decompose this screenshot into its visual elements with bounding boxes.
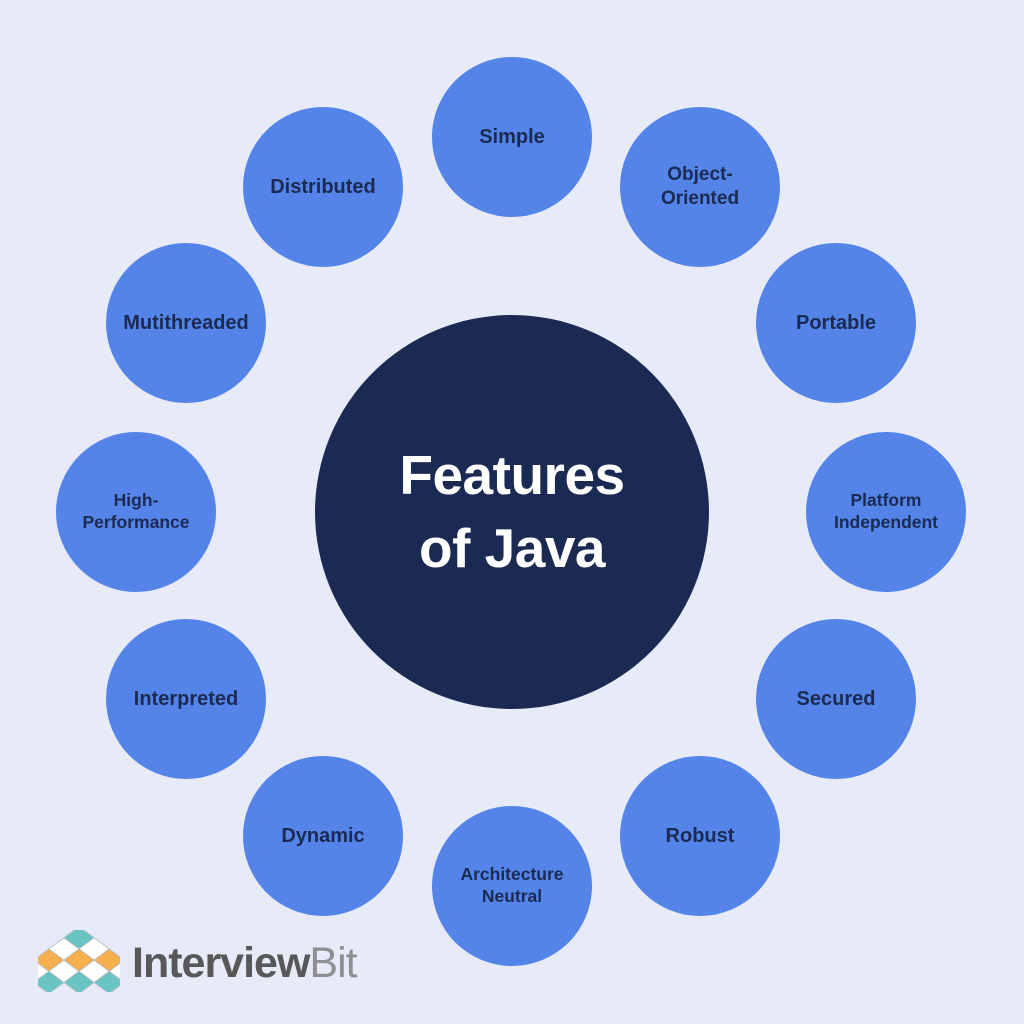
node-portable[interactable]: Portable	[756, 243, 916, 403]
node-label: Secured	[796, 688, 876, 710]
node-architecture-neutral[interactable]: Architecture Neutral	[432, 806, 592, 966]
center-hub: Features of Java	[315, 315, 709, 709]
node-label: Platform Independent	[833, 490, 939, 532]
interviewbit-diamond-mark-icon	[38, 930, 120, 992]
node-robust[interactable]: Robust	[620, 756, 780, 916]
diagram-canvas: Features of Java Simple Object- Oriented…	[0, 0, 1024, 1024]
wordmark-secondary: Bit	[309, 938, 357, 987]
node-high-performance[interactable]: High- Performance	[56, 432, 216, 592]
node-platform-independent[interactable]: Platform Independent	[806, 432, 966, 592]
node-secured[interactable]: Secured	[756, 619, 916, 779]
node-simple[interactable]: Simple	[432, 57, 592, 217]
node-label: High- Performance	[82, 490, 190, 532]
node-label: Portable	[795, 312, 877, 334]
interviewbit-logo[interactable]: InterviewBit	[38, 930, 358, 992]
node-dynamic[interactable]: Dynamic	[243, 756, 403, 916]
center-hub-title: Features of Java	[399, 443, 625, 579]
node-distributed[interactable]: Distributed	[243, 107, 403, 267]
node-label: Mutithreaded	[123, 312, 249, 334]
node-label: Simple	[479, 126, 545, 148]
interviewbit-wordmark: InterviewBit	[132, 938, 358, 987]
node-label: Object- Oriented	[660, 164, 740, 209]
node-label: Interpreted	[133, 688, 239, 710]
node-mutithreaded[interactable]: Mutithreaded	[106, 243, 266, 403]
node-label: Architecture Neutral	[460, 864, 564, 906]
node-interpreted[interactable]: Interpreted	[106, 619, 266, 779]
node-label: Distributed	[270, 176, 376, 198]
node-label: Robust	[665, 825, 735, 847]
node-object-oriented[interactable]: Object- Oriented	[620, 107, 780, 267]
wordmark-primary: Interview	[132, 938, 310, 987]
node-label: Dynamic	[281, 825, 365, 847]
